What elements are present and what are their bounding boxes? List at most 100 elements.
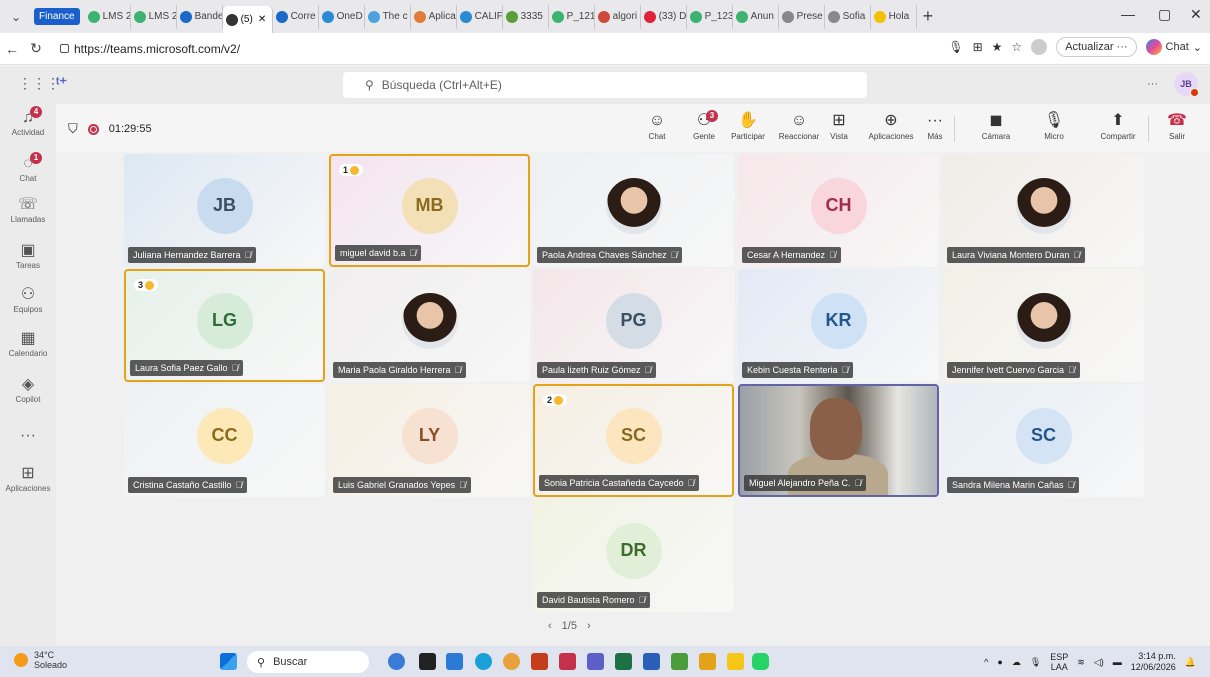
chrome-icon[interactable] [503,653,520,670]
tray-chevron-icon[interactable]: ^ [984,657,988,667]
participant-tile[interactable]: Paola Andrea Chaves Sánchez 🎙̸ [533,154,734,267]
browser-tab[interactable]: P_121 [549,4,595,29]
browser-tab[interactable]: OneD [319,4,365,29]
toolbar-camera-off-button[interactable]: ◼ Cámara [976,110,1016,141]
update-button[interactable]: Actualizar ··· [1056,37,1137,57]
mcafee-icon[interactable] [559,653,576,670]
browser-tab[interactable]: (33) D [641,4,687,29]
mic-tray-icon[interactable]: 🎙 [1030,657,1041,668]
rail-item-actividad[interactable]: ♫ 4 Actividad [0,106,56,137]
windows-start-icon[interactable] [220,653,237,670]
notification-icon[interactable]: 🔔 [1185,657,1196,668]
onedrive-icon[interactable]: ☁ [1012,657,1021,668]
maximize-icon[interactable]: ▢ [1158,6,1171,23]
rail-item-llamadas[interactable]: ☏ Llamadas [0,195,56,224]
browser-tab[interactable]: Anun [733,4,779,29]
whatsapp-icon[interactable] [752,653,769,670]
browser-tab[interactable]: Hola [871,4,917,29]
toolbar-people-button[interactable]: ⚇ 3 Gente [686,110,722,141]
browser-tab[interactable]: Sofia [825,4,871,29]
split-screen-icon[interactable]: ⊞ [973,40,983,54]
url-field[interactable]: https://teams.microsoft.com/v2/ [52,37,948,61]
rail-item-tareas[interactable]: ▣ Tareas [0,241,56,270]
toolbar-smiley-button[interactable]: ☺ Reaccionar [776,110,822,141]
rail-item-copilot[interactable]: ◈ Copilot [0,375,56,404]
participant-tile[interactable]: Jennifer Ivett Cuervo Garcia 🎙̸ [943,269,1144,382]
participant-tile[interactable]: Miguel Alejandro Peña C. 🎙̸ [738,384,939,497]
browser-tab[interactable]: Aplica [411,4,457,29]
rail-item-calendario[interactable]: ▦ Calendario [0,329,56,358]
browser-tab[interactable]: (5) ✕ [222,6,273,33]
app-icon[interactable] [671,653,688,670]
user-avatar[interactable]: JB [1174,72,1199,97]
minimize-icon[interactable]: — [1121,6,1135,22]
toolbar-raise-hand-button[interactable]: ✋ Participar [728,110,768,141]
excel-icon[interactable] [615,653,632,670]
volume-icon[interactable]: ◁) [1094,657,1104,668]
search-input[interactable]: ⚲ Búsqueda (Ctrl+Alt+E) [343,72,867,98]
previous-page-icon[interactable]: ‹ [548,620,552,632]
close-tab-icon[interactable]: ✕ [258,14,266,25]
close-window-icon[interactable]: ✕ [1190,6,1202,23]
wifi-icon[interactable]: ≋ [1077,657,1085,668]
more-options-icon[interactable]: ··· [1147,78,1158,90]
participant-tile[interactable]: MB 1 miguel david b.a 🎙̸ [329,154,530,267]
mic-icon[interactable]: 🎙 [948,40,963,54]
favorites-icon[interactable]: ☆ [1011,40,1022,54]
teams-work-icon[interactable] [587,653,604,670]
browser-tab[interactable]: algori [595,4,641,29]
taskbar-search[interactable]: ⚲ Buscar [247,651,369,673]
widgets-icon[interactable] [419,653,436,670]
participant-tile[interactable]: CH Cesar A Hernandez 🎙̸ [738,154,939,267]
folder-icon[interactable] [727,653,744,670]
participant-tile[interactable]: LG 3 Laura Sofia Paez Gallo 🎙̸ [124,269,325,382]
participant-tile[interactable]: Maria Paola Giraldo Herrera 🎙̸ [329,269,530,382]
browser-tab[interactable]: Corre [273,4,319,29]
browser-tab[interactable]: Bande [177,4,223,29]
word-icon[interactable] [643,653,660,670]
browser-tab[interactable]: Prese [779,4,825,29]
browser-tab[interactable]: 3335 [503,4,549,29]
participant-tile[interactable]: SC 2 Sonia Patricia Castañeda Caycedo 🎙̸ [533,384,734,497]
participant-tile[interactable]: LY Luis Gabriel Granados Yepes 🎙̸ [329,384,530,497]
teams-app-icon[interactable] [446,653,463,670]
tray-app-icon[interactable]: ● [997,657,1002,667]
powerpoint-icon[interactable] [531,653,548,670]
weather-widget[interactable]: 34°C Soleado [14,650,67,670]
rail-item-chat[interactable]: ◌ 1 Chat [0,152,56,183]
file-explorer-icon[interactable] [699,653,716,670]
taskview-icon[interactable] [388,653,405,670]
rail-item-aplicaciones[interactable]: ⊞ Aplicaciones [0,464,56,493]
back-icon[interactable]: ← [0,41,24,57]
refresh-icon[interactable]: ↻ [24,40,48,57]
language-indicator[interactable]: ESP LAA [1050,652,1068,672]
new-tab-icon[interactable]: + [923,6,934,27]
participant-tile[interactable]: SC Sandra Milena Marin Cañas 🎙̸ [943,384,1144,497]
toolbar-add-app-button[interactable]: ⊕ Aplicaciones [866,110,916,141]
profile-icon[interactable] [1031,39,1048,55]
tab-group-finance[interactable]: Finance [34,8,80,25]
participant-tile[interactable]: DR David Bautista Romero 🎙̸ [533,499,734,612]
participant-tile[interactable]: JB Juliana Hernandez Barrera 🎙̸ [124,154,325,267]
clock[interactable]: 3:14 p.m. 12/06/2026 [1131,651,1176,673]
browser-tab[interactable]: CALIF [457,4,503,29]
next-page-icon[interactable]: › [587,620,591,632]
tab-actions-chevron-icon[interactable]: ⌄ [4,5,28,29]
toolbar-more-button[interactable]: ··· Más [922,110,948,141]
toolbar-mic-off-button[interactable]: 🎙 Micro [1036,110,1072,141]
participant-tile[interactable]: KR Kebin Cuesta Renteria 🎙̸ [738,269,939,382]
toolbar-chat-button[interactable]: ☺ Chat [642,110,672,141]
edge-icon[interactable] [475,653,492,670]
browser-tab[interactable]: The c [365,4,411,29]
toolbar-hangup-button[interactable]: ☎ Salir [1162,110,1192,141]
rail-item-equipos[interactable]: ⚇ Equipos [0,285,56,314]
rail-item-[interactable]: ··· [0,426,56,446]
participant-tile[interactable]: Laura Viviana Montero Duran 🎙̸ [943,154,1144,267]
toolbar-grid-view-button[interactable]: ⊞ Vista [824,110,854,141]
browser-tab[interactable]: P_123 [687,4,733,29]
participant-tile[interactable]: CC Cristina Castaño Castillo 🎙̸ [124,384,325,497]
toolbar-share-button[interactable]: ⬆ Compartir [1094,110,1142,141]
participant-tile[interactable]: PG Paula lizeth Ruiz Gómez 🎙̸ [533,269,734,382]
browser-tab[interactable]: LMS 2 [131,4,177,29]
battery-icon[interactable]: ▬ [1113,657,1122,667]
